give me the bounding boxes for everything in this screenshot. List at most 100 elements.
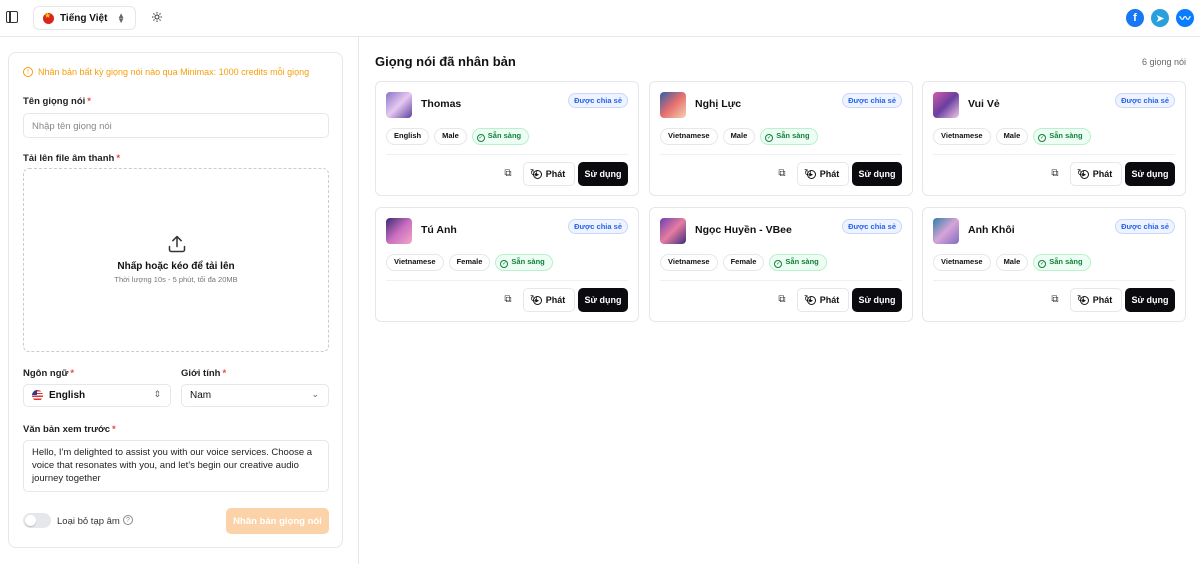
noise-removal-label: Loại bỏ tạp âm xyxy=(57,516,120,527)
clone-voice-button[interactable]: Nhân bản giọng nói xyxy=(226,508,329,534)
language-select[interactable]: English ⇕ xyxy=(23,384,171,407)
gender-tag: Female xyxy=(722,254,765,271)
use-voice-button[interactable]: Sử dụng xyxy=(578,288,628,312)
play-button[interactable]: ▶ Phát xyxy=(523,162,575,186)
copy-icon[interactable]: ⧉ xyxy=(776,168,788,180)
play-button[interactable]: ▶ Phát xyxy=(523,288,575,312)
voice-card[interactable]: Vui Vẻ Được chia sẻ Vietnamese Male ✓ Sẵn… xyxy=(922,81,1186,196)
chevron-down-icon: ⌄ xyxy=(311,389,319,399)
play-icon: ▶ xyxy=(806,295,816,305)
language-tag: Vietnamese xyxy=(933,128,991,145)
audio-dropzone[interactable]: Nhấp hoặc kéo để tải lên Thời lượng 10s … xyxy=(23,168,329,352)
ready-status-text: Sẵn sàng xyxy=(785,257,819,266)
voice-name-input[interactable]: Nhập tên giọng nói xyxy=(23,113,329,138)
preview-text-input[interactable]: Hello, I'm delighted to assist you with … xyxy=(23,440,329,492)
help-icon[interactable]: ? xyxy=(123,515,133,525)
copy-icon[interactable]: ⧉ xyxy=(502,294,514,306)
shared-badge: Được chia sẻ xyxy=(568,93,628,108)
voice-tags: Vietnamese Female ✓ Sẵn sàng xyxy=(660,254,827,271)
shared-badge: Được chia sẻ xyxy=(1115,219,1175,234)
play-button-label: Phát xyxy=(819,295,840,305)
voice-card[interactable]: Tú Anh Được chia sẻ Vietnamese Female ✓ S… xyxy=(375,207,639,322)
play-icon: ▶ xyxy=(1079,169,1089,179)
card-divider xyxy=(660,280,902,281)
voice-avatar xyxy=(660,92,686,118)
noise-removal-toggle[interactable] xyxy=(23,513,51,528)
language-tag: English xyxy=(386,128,430,145)
gender-tag: Female xyxy=(448,254,491,271)
play-button[interactable]: ▶ Phát xyxy=(1070,288,1122,312)
ready-status-text: Sẵn sàng xyxy=(776,131,810,140)
credits-notice-text: Nhân bản bất kỳ giọng nói nào qua Minima… xyxy=(38,67,310,77)
voice-avatar xyxy=(386,218,412,244)
shared-badge: Được chia sẻ xyxy=(568,219,628,234)
required-mark: * xyxy=(116,153,121,164)
dropzone-title: Nhấp hoặc kéo để tải lên xyxy=(117,261,235,272)
required-mark: * xyxy=(87,96,91,107)
gender-label: Giới tính * xyxy=(181,368,226,379)
copy-icon[interactable]: ⧉ xyxy=(502,168,514,180)
use-voice-button[interactable]: Sử dụng xyxy=(852,288,902,312)
use-voice-button[interactable]: Sử dụng xyxy=(1125,288,1175,312)
ready-status-text: Sẵn sàng xyxy=(511,257,545,266)
ready-status-badge: ✓ Sẵn sàng xyxy=(760,128,818,145)
use-voice-button[interactable]: Sử dụng xyxy=(1125,162,1175,186)
language-label: Ngôn ngữ * xyxy=(23,368,74,379)
facebook-icon[interactable]: f xyxy=(1126,9,1144,27)
language-tag: Vietnamese xyxy=(933,254,991,271)
card-divider xyxy=(933,154,1175,155)
play-button-label: Phát xyxy=(1092,169,1113,179)
sidebar-toggle-icon[interactable] xyxy=(6,11,18,23)
language-selector-label: Tiếng Việt xyxy=(60,12,108,24)
language-selector[interactable]: Tiếng Việt ▲▼ xyxy=(33,6,136,30)
cloned-voices-count: 6 giọng nói xyxy=(1141,57,1186,67)
ready-status-badge: ✓ Sẵn sàng xyxy=(1033,254,1091,271)
gender-tag: Male xyxy=(995,128,1029,145)
play-button[interactable]: ▶ Phát xyxy=(1070,162,1122,186)
play-icon: ▶ xyxy=(806,169,816,179)
voice-name: Anh Khôi xyxy=(968,224,1015,236)
use-voice-button[interactable]: Sử dụng xyxy=(852,162,902,186)
shared-badge: Được chia sẻ xyxy=(1115,93,1175,108)
language-tag: Vietnamese xyxy=(386,254,444,271)
ready-status-badge: ✓ Sẵn sàng xyxy=(471,128,530,145)
upload-icon xyxy=(168,235,186,253)
copy-icon[interactable]: ⧉ xyxy=(1049,168,1061,180)
voice-tags: Vietnamese Male ✓ Sẵn sàng xyxy=(933,128,1091,145)
play-button[interactable]: ▶ Phát xyxy=(797,162,849,186)
check-circle-icon: ✓ xyxy=(500,260,509,268)
language-tag: Vietnamese xyxy=(660,128,718,145)
voice-avatar xyxy=(386,92,412,118)
ready-status-text: Sẵn sàng xyxy=(1049,257,1083,266)
sun-icon[interactable] xyxy=(151,11,163,23)
upload-label-text: Tải lên file âm thanh xyxy=(23,153,115,164)
ready-status-text: Sẵn sàng xyxy=(487,131,522,140)
language-select-value: English xyxy=(49,390,86,401)
chevron-updown-icon: ⇕ xyxy=(153,389,161,399)
use-voice-button[interactable]: Sử dụng xyxy=(578,162,628,186)
voice-card[interactable]: Anh Khôi Được chia sẻ Vietnamese Male ✓ S… xyxy=(922,207,1186,322)
voice-card[interactable]: Nghị Lực Được chia sẻ Vietnamese Male ✓ S… xyxy=(649,81,913,196)
play-button-label: Phát xyxy=(1092,295,1113,305)
voice-card[interactable]: Ngọc Huyền - VBee Được chia sẻ Vietnames… xyxy=(649,207,913,322)
dropzone-hint: Thời lượng 10s - 5 phút, tối đa 20MB xyxy=(114,275,238,284)
us-flag-icon xyxy=(32,390,43,401)
ready-status-text: Sẵn sàng xyxy=(1049,131,1083,140)
messenger-icon[interactable]: 〰 xyxy=(1176,9,1194,27)
gender-select-value: Nam xyxy=(190,390,212,401)
gender-tag: Male xyxy=(995,254,1029,271)
required-mark: * xyxy=(70,368,75,379)
top-bar: Tiếng Việt ▲▼ f ➤ 〰 xyxy=(0,0,1200,37)
copy-icon[interactable]: ⧉ xyxy=(1049,294,1061,306)
telegram-icon[interactable]: ➤ xyxy=(1151,9,1169,27)
voice-card[interactable]: Thomas Được chia sẻ English Male ✓ Sẵn sà… xyxy=(375,81,639,196)
chevron-updown-icon: ▲ ▼ xyxy=(117,11,125,25)
gender-select[interactable]: Nam ⌄ xyxy=(181,384,329,407)
play-button[interactable]: ▶ Phát xyxy=(797,288,849,312)
play-button-label: Phát xyxy=(545,295,566,305)
gender-tag: Male xyxy=(434,128,467,145)
voice-avatar xyxy=(933,218,959,244)
panel-divider xyxy=(358,37,359,564)
play-icon: ▶ xyxy=(1079,295,1089,305)
copy-icon[interactable]: ⧉ xyxy=(776,294,788,306)
